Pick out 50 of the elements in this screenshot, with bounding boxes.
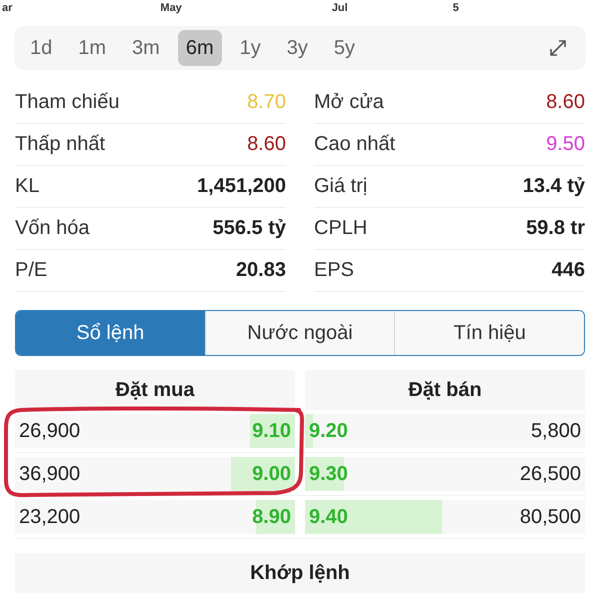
sell-price: 9.30	[308, 462, 349, 486]
range-tab[interactable]: 1y	[232, 30, 269, 66]
stat-value: 9.50	[546, 133, 585, 156]
stat-value: 446	[552, 259, 585, 282]
buy-volume: 26,900	[18, 420, 80, 442]
segment-tab[interactable]: Sổ lệnh	[16, 311, 206, 355]
stat-value: 556.5 tỷ	[212, 217, 286, 240]
axis-label: Jul	[332, 2, 348, 14]
buy-price: 9.10	[251, 420, 292, 442]
stat-value: 59.8 tr	[526, 217, 585, 240]
stat-label: CPLH	[314, 217, 368, 240]
stat-value: 13.4 tỷ	[522, 175, 585, 198]
axis-label: 5	[452, 2, 459, 14]
buy-price: 9.00	[251, 462, 292, 486]
range-tab[interactable]: 1d	[22, 30, 60, 66]
section-header: Khớp lệnh	[15, 553, 585, 593]
segment-tab[interactable]: Tín hiệu	[395, 311, 584, 355]
sell-volume: 80,500	[520, 506, 582, 528]
stat-value: 20.83	[236, 259, 286, 282]
axis-label: ar	[2, 2, 12, 14]
axis-label: May	[160, 2, 182, 14]
buy-price: 8.90	[251, 506, 292, 528]
range-tab[interactable]: 6m	[178, 30, 222, 66]
range-tab[interactable]: 3m	[124, 30, 168, 66]
stat-label: EPS	[314, 259, 354, 282]
stat-value: 8.70	[247, 91, 286, 114]
stat-value: 1,451,200	[197, 175, 286, 198]
sell-volume: 26,500	[520, 462, 582, 486]
column-header: Đặt mua	[15, 370, 295, 410]
stat-label: P/E	[15, 259, 48, 282]
buy-volume: 23,200	[18, 506, 80, 528]
sell-volume: 5,800	[530, 420, 582, 442]
column-header: Đặt bán	[305, 370, 585, 410]
stat-label: Thấp nhất	[15, 133, 106, 156]
stat-label: Mở cửa	[314, 91, 384, 114]
stat-label: Vốn hóa	[15, 217, 90, 240]
range-tab[interactable]: 3y	[278, 30, 316, 66]
range-tab[interactable]: 5y	[326, 30, 364, 66]
buy-volume: 36,900	[18, 462, 80, 486]
stat-value: 8.60	[247, 133, 286, 156]
stat-label: Tham chiếu	[15, 91, 120, 114]
segment-tab[interactable]: Nước ngoài	[206, 311, 396, 355]
stat-label: Giá trị	[314, 175, 368, 198]
stat-value: 8.60	[546, 91, 585, 114]
range-tab[interactable]: 1m	[70, 30, 114, 66]
stat-label: KL	[15, 175, 40, 198]
expand-icon[interactable]	[548, 38, 568, 58]
sell-price: 9.20	[308, 420, 349, 442]
sell-price: 9.40	[308, 506, 349, 528]
stat-label: Cao nhất	[314, 133, 396, 156]
